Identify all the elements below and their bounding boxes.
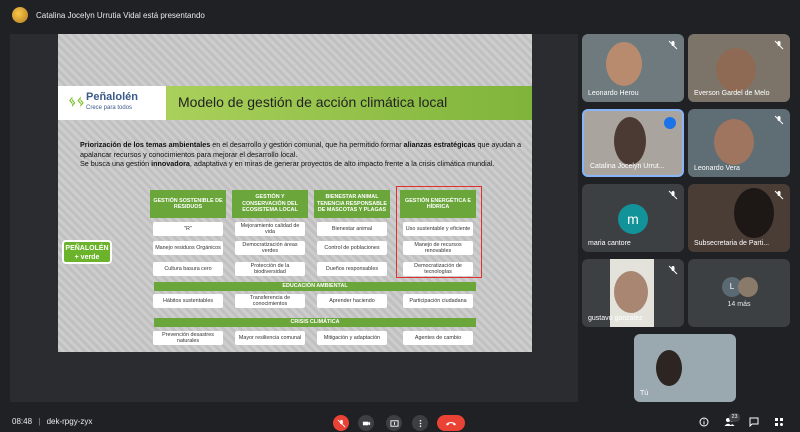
- more-options-button[interactable]: [412, 415, 428, 431]
- crisis-cell: Prevención desastres naturales: [153, 331, 223, 345]
- participant-name: Tú: [640, 390, 649, 397]
- participant-name: Subsecretaria de Parti...: [694, 240, 770, 247]
- participant-tile[interactable]: Everson Gardel de Melo: [688, 34, 790, 102]
- presenter-avatar: [12, 7, 28, 23]
- category-cell: Manejo residuos Orgánicos: [153, 241, 223, 255]
- shared-slide: ᛃᛃ Peñalolén Crece para todos Modelo de …: [58, 34, 532, 352]
- meeting-info: 08:48 | dek-rpgy-zyx: [12, 417, 92, 426]
- self-view-tile[interactable]: Tú: [634, 334, 736, 402]
- participant-video: [606, 42, 642, 86]
- mic-off-icon: [774, 115, 784, 125]
- participant-video: [734, 188, 774, 238]
- penalolen-verde-badge: PEÑALOLÉN + verde: [62, 240, 112, 264]
- participant-avatar: m: [618, 204, 648, 234]
- para-text-3: Se busca una gestión: [80, 159, 152, 168]
- participant-name: Catalina Jocelyn Urrut...: [590, 163, 665, 170]
- para-bold-1: Priorización de los temas ambientales: [80, 140, 211, 149]
- mic-off-icon: [337, 419, 345, 427]
- participant-video: [714, 119, 754, 165]
- category-cell: Democratización áreas verdes: [235, 241, 305, 255]
- participant-tile[interactable]: Leonardo Herou: [582, 34, 684, 102]
- education-cell: Participación ciudadana: [403, 294, 473, 308]
- participant-tile[interactable]: m maria cantore: [582, 184, 684, 252]
- info-icon: [699, 417, 709, 427]
- chat-icon: [749, 417, 759, 427]
- para-text-1: en el desarrollo y gestión comunal, que …: [210, 140, 404, 149]
- category-cell: Mejoramiento calidad de vida: [235, 222, 305, 236]
- highlight-box: [396, 186, 482, 278]
- participant-tile[interactable]: gustavo gonzalez: [582, 259, 684, 327]
- badge-line-2: + verde: [74, 254, 100, 261]
- category-cell: Protección de la biodiversidad: [235, 262, 305, 276]
- category-cell: Dueños responsables: [317, 262, 387, 276]
- present-icon: [389, 419, 399, 427]
- mic-off-icon: [668, 190, 678, 200]
- mic-off-icon: [668, 40, 678, 50]
- crisis-cell: Agentes de cambio: [403, 331, 473, 345]
- mic-off-icon: [774, 190, 784, 200]
- participant-tile[interactable]: Subsecretaria de Parti...: [688, 184, 790, 252]
- para-text-4: , adaptativa y en miras de generar proye…: [189, 159, 495, 168]
- meeting-details-button[interactable]: [697, 415, 711, 429]
- category-cell: "R": [153, 222, 223, 236]
- education-cell: Hábitos sustentables: [153, 294, 223, 308]
- para-bold-2: alianzas estratégicas: [403, 140, 476, 149]
- mic-off-icon: [774, 40, 784, 50]
- camera-icon: [362, 421, 370, 425]
- participant-video: [656, 350, 682, 386]
- penalolen-logo: ᛃᛃ Peñalolén Crece para todos: [68, 90, 158, 118]
- participant-tile-active[interactable]: Catalina Jocelyn Urrut...: [582, 109, 684, 177]
- leave-call-button[interactable]: [437, 415, 465, 431]
- education-cell: Transferencia de conocimientos: [235, 294, 305, 308]
- logo-name: Peñalolén: [86, 91, 138, 103]
- participant-video: [716, 48, 756, 92]
- category-cell: Bienestar animal: [317, 222, 387, 236]
- hang-up-icon: [446, 422, 456, 426]
- participant-name: Everson Gardel de Melo: [694, 90, 770, 97]
- mic-off-icon: [668, 265, 678, 275]
- presentation-stage: ᛃᛃ Peñalolén Crece para todos Modelo de …: [10, 34, 578, 402]
- more-participants-tile[interactable]: L 14 más: [688, 259, 790, 327]
- slide-title: Modelo de gestión de acción climática lo…: [178, 94, 448, 110]
- category-header: GESTIÓN SOSTENIBLE DE RESIDUOS: [150, 190, 226, 218]
- activities-button[interactable]: [772, 415, 786, 429]
- bottom-bar: 08:48 | dek-rpgy-zyx 23: [0, 412, 800, 432]
- category-header: GESTIÓN Y CONSERVACIÓN DEL ECOSISTEMA LO…: [232, 190, 308, 218]
- education-cell: Aprender haciendo: [317, 294, 387, 308]
- presenter-text: Catalina Jocelyn Urrutia Vidal está pres…: [36, 10, 205, 20]
- category-cell: Control de poblaciones: [317, 241, 387, 255]
- participant-face: [614, 271, 648, 313]
- participant-name: Leonardo Herou: [588, 90, 639, 97]
- para-bold-3: innovadora: [151, 159, 190, 168]
- presenting-banner: Catalina Jocelyn Urrutia Vidal está pres…: [0, 0, 800, 30]
- category-cell: Cultura basura cero: [153, 262, 223, 276]
- logo-tagline: Crece para todos: [86, 105, 133, 111]
- meeting-code: dek-rpgy-zyx: [46, 417, 93, 426]
- speaking-indicator-icon: [664, 117, 676, 129]
- chat-button[interactable]: [747, 415, 761, 429]
- participant-video: [614, 117, 646, 165]
- present-button[interactable]: [386, 415, 402, 431]
- crisis-cell: Mayor resiliencia comunal: [235, 331, 305, 345]
- crisis-band: CRISIS CLIMÁTICA: [154, 318, 476, 327]
- crisis-cell: Mitigación y adaptación: [317, 331, 387, 345]
- logo-people-icon: ᛃᛃ: [68, 93, 85, 109]
- participant-name: maria cantore: [588, 240, 631, 247]
- clock-time: 08:48: [12, 417, 33, 426]
- participant-avatar-photo: [738, 277, 758, 297]
- education-band: EDUCACIÓN AMBIENTAL: [154, 282, 476, 291]
- slide-paragraph: Priorización de los temas ambientales en…: [80, 140, 522, 169]
- badge-line-1: PEÑALOLÉN: [65, 245, 109, 252]
- participant-name: Leonardo Vera: [694, 165, 740, 172]
- more-participants-label: 14 más: [727, 301, 751, 308]
- participant-tile[interactable]: Leonardo Vera: [688, 109, 790, 177]
- camera-toggle-button[interactable]: [358, 415, 374, 431]
- more-vert-icon: [419, 419, 421, 427]
- participant-name: gustavo gonzalez: [588, 315, 643, 322]
- people-count-badge: 23: [729, 413, 740, 422]
- category-header: BIENESTAR ANIMAL TENENCIA RESPONSABLE DE…: [314, 190, 390, 218]
- mic-toggle-button[interactable]: [333, 415, 349, 431]
- activities-icon: [775, 418, 783, 426]
- info-separator: |: [38, 417, 41, 426]
